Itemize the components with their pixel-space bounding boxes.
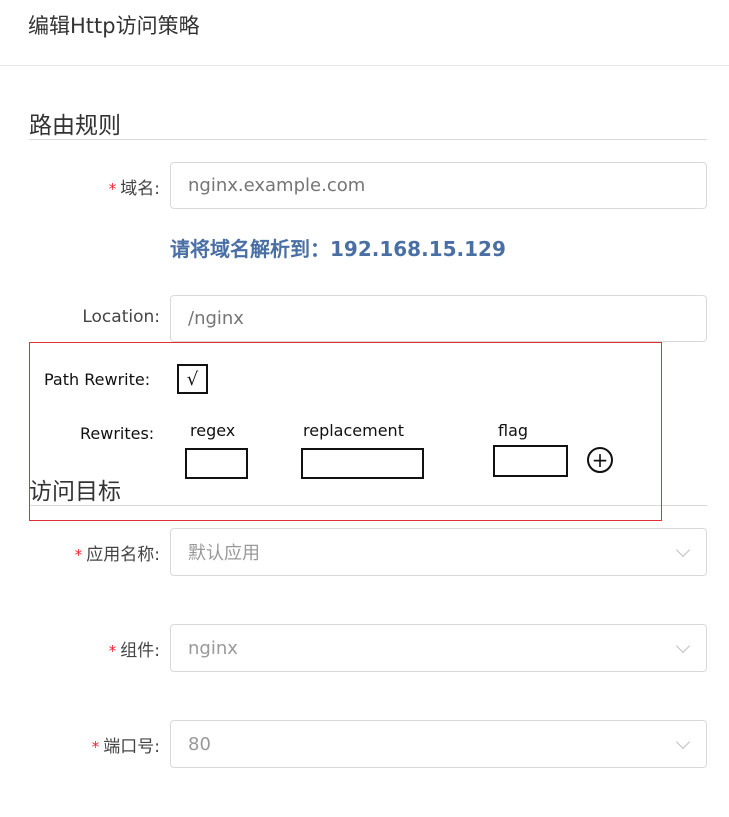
path-rewrite-label: Path Rewrite: bbox=[44, 370, 151, 389]
regex-column-label: regex bbox=[190, 421, 236, 440]
flag-column-label: flag bbox=[498, 421, 529, 440]
app-select[interactable]: 默认应用 bbox=[170, 528, 707, 576]
port-select-value: 80 bbox=[188, 733, 211, 755]
replacement-input[interactable] bbox=[301, 448, 424, 479]
location-input[interactable] bbox=[170, 295, 707, 342]
dialog-title: 编辑Http访问策略 bbox=[28, 14, 200, 38]
location-label: Location: bbox=[82, 307, 160, 327]
chevron-down-icon bbox=[675, 734, 691, 750]
required-mark: * bbox=[108, 642, 117, 660]
header-divider bbox=[0, 65, 729, 66]
required-mark: * bbox=[108, 180, 117, 198]
port-label-text: 端口号: bbox=[103, 737, 160, 757]
rewrites-label: Rewrites: bbox=[80, 424, 155, 443]
section-divider-routing bbox=[29, 139, 707, 140]
app-select-value: 默认应用 bbox=[188, 543, 260, 564]
domain-input[interactable] bbox=[170, 162, 707, 209]
component-select-value: nginx bbox=[188, 637, 238, 659]
required-mark: * bbox=[91, 738, 100, 756]
component-label: * 组件: bbox=[30, 636, 160, 661]
component-select[interactable]: nginx bbox=[170, 624, 707, 672]
app-label-text: 应用名称: bbox=[86, 545, 160, 565]
domain-label-text: 域名: bbox=[120, 179, 160, 199]
add-rewrite-icon[interactable]: + bbox=[587, 447, 613, 473]
required-mark: * bbox=[74, 546, 83, 564]
component-label-text: 组件: bbox=[120, 641, 160, 661]
path-rewrite-checkbox[interactable]: √ bbox=[177, 364, 208, 394]
chevron-down-icon bbox=[675, 542, 691, 558]
regex-input[interactable] bbox=[185, 448, 248, 479]
replacement-column-label: replacement bbox=[303, 421, 404, 440]
app-label: * 应用名称: bbox=[30, 540, 160, 565]
resolve-hint: 请将域名解析到：192.168.15.129 bbox=[170, 237, 506, 261]
section-title-routing: 路由规则 bbox=[29, 113, 121, 139]
domain-label: * 域名: bbox=[30, 174, 160, 199]
chevron-down-icon bbox=[675, 638, 691, 654]
port-label: * 端口号: bbox=[30, 732, 160, 757]
port-select[interactable]: 80 bbox=[170, 720, 707, 768]
flag-input[interactable] bbox=[493, 445, 568, 477]
